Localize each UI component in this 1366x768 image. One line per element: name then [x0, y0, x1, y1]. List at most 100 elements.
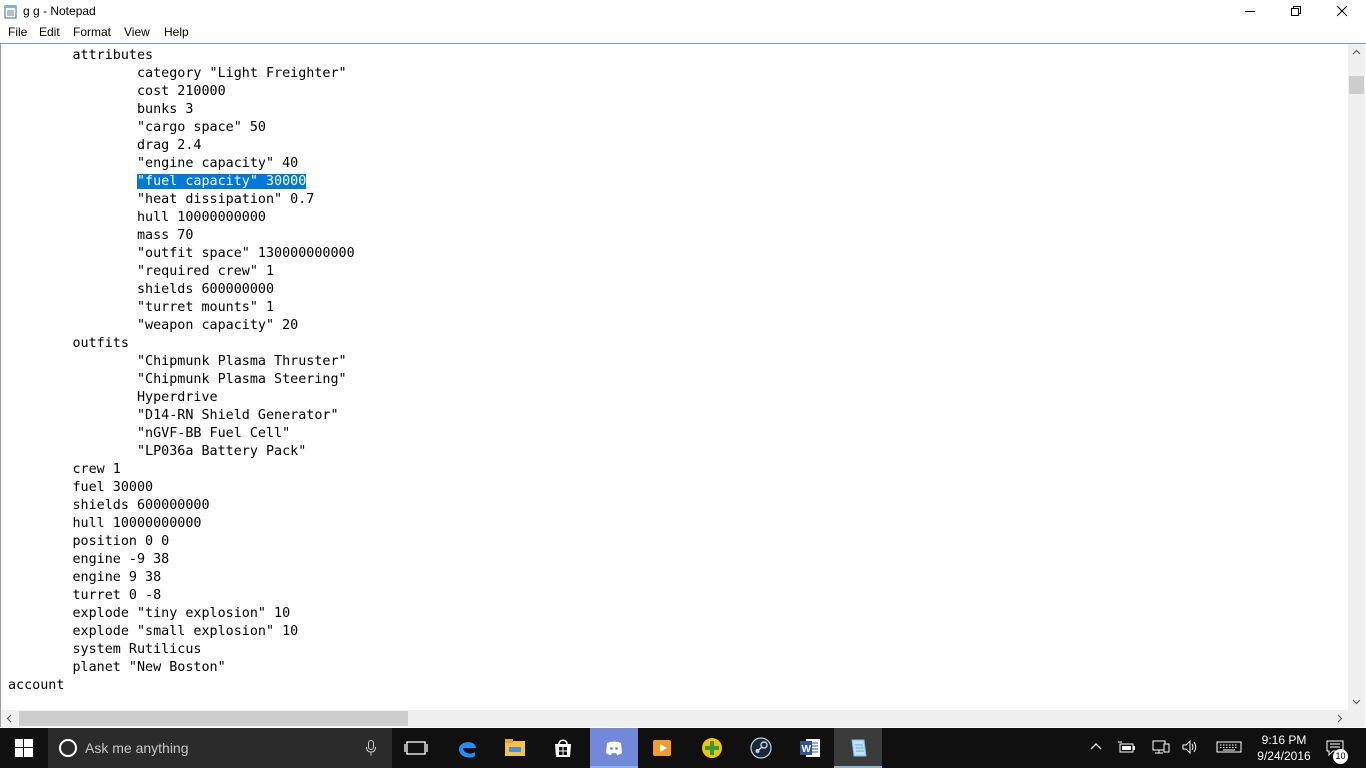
- taskbar-green-plus-app[interactable]: [688, 728, 736, 768]
- text-line: cost 210000: [8, 84, 226, 99]
- speaker-icon: [1182, 740, 1197, 754]
- tray-keyboard[interactable]: [1214, 728, 1244, 768]
- taskbar-notepad[interactable]: [834, 728, 882, 768]
- text-line: drag 2.4: [8, 138, 202, 153]
- show-hidden-icons-button[interactable]: [1086, 728, 1106, 768]
- taskbar-media-player[interactable]: [638, 728, 686, 768]
- size-grip[interactable]: [1348, 710, 1365, 727]
- microphone-icon[interactable]: [366, 740, 376, 756]
- text-line: "cargo space" 50: [8, 120, 266, 135]
- taskbar-steam[interactable]: [737, 728, 785, 768]
- text-line: bunks 3: [8, 102, 194, 117]
- text-line: shields 600000000: [8, 282, 275, 297]
- text-line: "fuel capacity" 30000: [8, 173, 1342, 191]
- vertical-scrollbar[interactable]: [1348, 44, 1365, 710]
- text-line: explode "tiny explosion" 10: [8, 606, 291, 621]
- minimize-button[interactable]: [1227, 0, 1273, 23]
- chevron-up-icon: [1352, 49, 1361, 55]
- steam-icon: [750, 737, 772, 759]
- text-line: "nGVF-BB Fuel Cell": [8, 426, 291, 441]
- task-view-button[interactable]: [392, 728, 440, 768]
- text-editor[interactable]: attributes category "Light Freighter" co…: [0, 43, 1366, 727]
- network-icon: [1152, 740, 1170, 754]
- taskbar-edge[interactable]: [443, 728, 491, 768]
- text-line: "D14-RN Shield Generator": [8, 408, 339, 423]
- chevron-right-icon: [1337, 714, 1343, 723]
- edge-icon: [459, 742, 476, 758]
- text-line: "engine capacity" 40: [8, 156, 299, 171]
- word-icon: W: [800, 739, 820, 757]
- file-explorer-icon: [505, 739, 525, 756]
- scroll-right-button[interactable]: [1331, 710, 1348, 727]
- text-line: "LP036a Battery Pack": [8, 444, 307, 459]
- menu-file[interactable]: File: [8, 25, 27, 39]
- menu-view[interactable]: View: [124, 25, 150, 39]
- text-line: position 0 0: [8, 534, 170, 549]
- taskbar: Ask me anything W 9:16 PM 9/24/2016 10: [0, 728, 1366, 768]
- svg-text:W: W: [802, 744, 812, 755]
- text-line: category "Light Freighter": [8, 66, 347, 81]
- title-bar[interactable]: g g - Notepad: [0, 0, 1366, 23]
- text-line: attributes: [8, 48, 154, 63]
- search-placeholder: Ask me anything: [85, 740, 189, 756]
- text-line: mass 70: [8, 228, 194, 243]
- editor-text[interactable]: attributes category "Light Freighter" co…: [8, 47, 1342, 709]
- close-button[interactable]: [1319, 0, 1365, 23]
- text-line: planet "New Boston": [8, 660, 226, 675]
- text-line: "required crew" 1: [8, 264, 275, 279]
- scroll-left-button[interactable]: [1, 710, 18, 727]
- windows-logo-icon: [15, 739, 33, 757]
- chevron-down-icon: [1352, 699, 1361, 705]
- notepad-icon: [851, 739, 867, 757]
- store-icon: [555, 739, 571, 757]
- media-player-icon: [653, 740, 671, 756]
- search-box[interactable]: Ask me anything: [48, 728, 392, 768]
- text-line: fuel 30000: [8, 480, 154, 495]
- selected-text: "fuel capacity" 30000: [137, 174, 307, 189]
- text-line: system Rutilicus: [8, 642, 202, 657]
- taskbar-store[interactable]: [539, 728, 587, 768]
- tray-volume[interactable]: [1180, 728, 1202, 768]
- clock-time: 9:16 PM: [1261, 733, 1307, 747]
- tray-power[interactable]: [1116, 728, 1138, 768]
- taskbar-discord[interactable]: [590, 728, 638, 768]
- start-button[interactable]: [0, 728, 48, 768]
- text-line: "Chipmunk Plasma Thruster": [8, 354, 347, 369]
- green-plus-app-icon: [702, 738, 722, 758]
- text-line: turret 0 -8: [8, 588, 162, 603]
- text-line: crew 1: [8, 462, 121, 477]
- text-line: explode "small explosion" 10: [8, 624, 299, 639]
- text-line: Hyperdrive: [8, 390, 218, 405]
- text-line: "turret mounts" 1: [8, 300, 275, 315]
- notification-count-badge: 10: [1333, 749, 1348, 764]
- text-line: "Chipmunk Plasma Steering": [8, 372, 347, 387]
- text-line: engine -9 38: [8, 552, 170, 567]
- battery-icon: [1118, 741, 1135, 753]
- text-line: "weapon capacity" 20: [8, 318, 299, 333]
- tray-network[interactable]: [1150, 728, 1172, 768]
- menu-help[interactable]: Help: [164, 25, 189, 39]
- close-icon: [1336, 5, 1348, 17]
- text-line: engine 9 38: [8, 570, 162, 585]
- menu-format[interactable]: Format: [73, 25, 111, 39]
- maximize-button[interactable]: [1273, 0, 1319, 23]
- menu-edit[interactable]: Edit: [39, 25, 60, 39]
- text-line: "outfit space" 130000000000: [8, 246, 355, 261]
- horizontal-scroll-thumb[interactable]: [19, 711, 408, 726]
- clock-date: 9/24/2016: [1257, 749, 1311, 763]
- text-line: hull 10000000000: [8, 210, 266, 225]
- vertical-scroll-thumb[interactable]: [1349, 76, 1364, 94]
- taskbar-word[interactable]: W: [786, 728, 834, 768]
- scroll-up-button[interactable]: [1348, 44, 1365, 61]
- task-view-icon: [404, 741, 428, 755]
- scroll-down-button[interactable]: [1348, 693, 1365, 710]
- horizontal-scrollbar[interactable]: [1, 710, 1348, 727]
- text-line: hull 10000000000: [8, 516, 202, 531]
- text-line: outfits: [8, 336, 129, 351]
- text-line: account: [8, 678, 65, 693]
- keyboard-icon: [1216, 741, 1242, 753]
- taskbar-file-explorer[interactable]: [491, 728, 539, 768]
- window-title: g g - Notepad: [23, 4, 96, 18]
- discord-icon: [606, 741, 622, 755]
